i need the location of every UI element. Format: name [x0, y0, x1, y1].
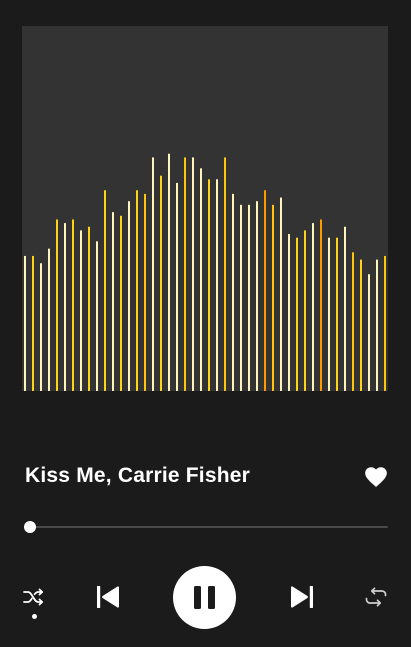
- pause-icon: [194, 586, 215, 609]
- visualizer-bar: [272, 204, 274, 391]
- visualizer-bar: [240, 204, 242, 391]
- visualizer-bar: [232, 193, 234, 391]
- visualizer-bar: [288, 234, 290, 391]
- visualizer-bar: [160, 175, 162, 391]
- visualizer-bar: [200, 168, 202, 391]
- visualizer-bar: [64, 223, 66, 391]
- visualizer-bar: [296, 237, 298, 391]
- now-playing-row: Kiss Me, Carrie Fisher: [25, 462, 389, 492]
- visualizer-bar: [88, 226, 90, 391]
- visualizer-bar: [352, 252, 354, 391]
- visualizer-bar: [360, 259, 362, 391]
- visualizer-bar: [96, 241, 98, 391]
- visualizer-bar: [136, 190, 138, 391]
- audio-visualizer: [24, 153, 386, 391]
- seek-bar-thumb[interactable]: [24, 521, 36, 533]
- seek-bar[interactable]: [24, 520, 388, 534]
- visualizer-bar: [40, 263, 42, 391]
- skip-next-icon: [291, 586, 313, 608]
- album-artwork: [22, 26, 388, 391]
- visualizer-bar: [192, 157, 194, 391]
- seek-bar-track: [30, 526, 388, 528]
- visualizer-bar: [264, 190, 266, 391]
- visualizer-bar: [304, 230, 306, 391]
- visualizer-bar: [224, 157, 226, 391]
- visualizer-bar: [368, 274, 370, 391]
- visualizer-bar: [176, 182, 178, 391]
- visualizer-bar: [72, 219, 74, 391]
- visualizer-bar: [208, 179, 210, 391]
- visualizer-bar: [24, 255, 26, 391]
- repeat-icon: [365, 587, 387, 607]
- visualizer-bar: [128, 201, 130, 391]
- visualizer-bar: [320, 219, 322, 391]
- visualizer-bar: [328, 237, 330, 391]
- shuffle-active-indicator: [32, 614, 37, 619]
- visualizer-bar: [280, 197, 282, 391]
- visualizer-bar: [248, 204, 250, 391]
- visualizer-bar: [344, 226, 346, 391]
- visualizer-bar: [376, 259, 378, 391]
- visualizer-bar: [80, 230, 82, 391]
- visualizer-bar: [256, 201, 258, 391]
- next-track-button[interactable]: [289, 584, 315, 610]
- previous-track-button[interactable]: [95, 584, 121, 610]
- visualizer-bar: [384, 255, 386, 391]
- skip-previous-icon: [97, 586, 119, 608]
- shuffle-icon: [23, 588, 44, 606]
- visualizer-bar: [112, 212, 114, 391]
- play-pause-button[interactable]: [173, 566, 236, 629]
- visualizer-bar: [336, 237, 338, 391]
- visualizer-bar: [56, 219, 58, 391]
- visualizer-bar: [144, 193, 146, 391]
- shuffle-button[interactable]: [22, 586, 46, 608]
- heart-icon: [365, 467, 387, 487]
- visualizer-bar: [104, 190, 106, 391]
- visualizer-bar: [120, 215, 122, 391]
- track-title: Kiss Me, Carrie Fisher: [25, 464, 250, 487]
- visualizer-bar: [152, 157, 154, 391]
- repeat-button[interactable]: [364, 587, 388, 607]
- like-button[interactable]: [363, 464, 389, 490]
- visualizer-bar: [48, 248, 50, 391]
- visualizer-bar: [168, 153, 170, 391]
- visualizer-bar: [216, 179, 218, 391]
- visualizer-bar: [32, 255, 34, 391]
- visualizer-bar: [312, 223, 314, 391]
- visualizer-bar: [184, 157, 186, 391]
